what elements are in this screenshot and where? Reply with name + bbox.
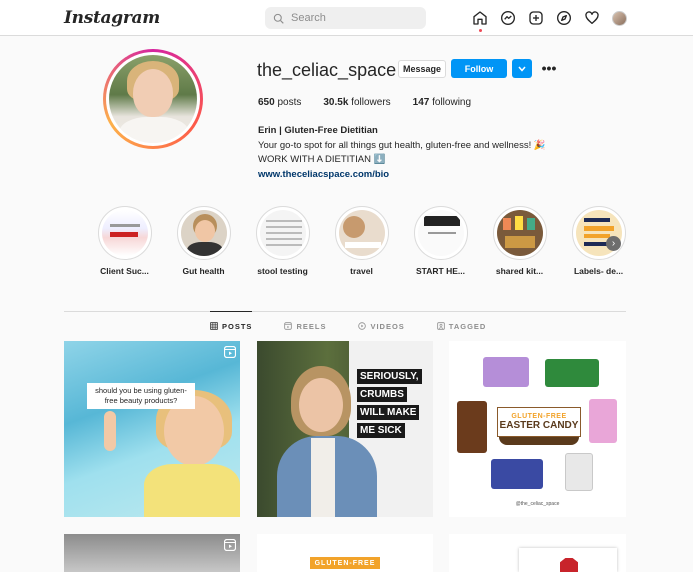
tab-tagged[interactable]: TAGGED: [437, 312, 487, 340]
profile-tabs: POSTS REELS VIDEOS TAGGED: [210, 311, 518, 340]
tab-videos[interactable]: VIDEOS: [358, 312, 404, 340]
highlights-next-arrow-icon[interactable]: ›: [606, 236, 621, 251]
post-thumbnail[interactable]: GLUTEN-FREE EASTER CANDY @the_celiac_spa…: [449, 341, 626, 517]
search-input[interactable]: [291, 12, 411, 24]
post-thumbnail[interactable]: [449, 534, 626, 572]
highlight-item[interactable]: START HE...: [401, 206, 480, 276]
following-stat[interactable]: 147 following: [413, 97, 471, 108]
search-icon: [273, 13, 284, 24]
reels-icon: [284, 322, 293, 330]
tab-posts[interactable]: POSTS: [210, 311, 253, 340]
home-icon[interactable]: [472, 10, 488, 32]
tab-reels[interactable]: REELS: [284, 312, 326, 340]
post-thumbnail[interactable]: should you be using gluten-free beauty p…: [64, 341, 240, 517]
search-box[interactable]: [265, 7, 426, 29]
profile-stats: 650 posts 30.5k followers 147 following: [258, 97, 493, 108]
more-options-icon[interactable]: •••: [541, 60, 557, 76]
message-button[interactable]: Message: [398, 60, 446, 78]
tagged-icon: [437, 322, 445, 330]
reel-icon: [224, 346, 236, 358]
grid-icon: [210, 322, 218, 330]
suggested-dropdown-button[interactable]: [512, 59, 532, 78]
profile-username: the_celiac_space: [257, 60, 397, 80]
post-thumbnail[interactable]: GLUTEN-FREE: [257, 534, 433, 572]
bio-line: Your go-to spot for all things gut healt…: [258, 139, 546, 151]
highlight-item[interactable]: stool testing: [243, 206, 322, 276]
bio-line: WORK WITH A DIETITIAN ⬇️: [258, 154, 386, 165]
posts-stat: 650 posts: [258, 97, 302, 108]
highlight-item[interactable]: travel: [322, 206, 401, 276]
bio-name: Erin | Gluten-Free Dietitian: [258, 125, 378, 136]
top-nav: Instagram: [0, 0, 693, 36]
post-sign-text: SERIOUSLY, CRUMBS WILL MAKE ME SICK: [357, 369, 422, 444]
post-handle: @the_celiac_space: [515, 501, 560, 507]
post-title-overlay: GLUTEN-FREE EASTER CANDY: [497, 407, 581, 437]
story-highlights: Client Suc... Gut health stool testing t…: [85, 206, 638, 276]
explore-icon[interactable]: [556, 10, 572, 26]
heart-icon[interactable]: [584, 10, 600, 26]
highlight-item[interactable]: Gut health: [164, 206, 243, 276]
messenger-icon[interactable]: [500, 10, 516, 26]
post-thumbnail[interactable]: SERIOUSLY, CRUMBS WILL MAKE ME SICK: [257, 341, 433, 517]
notification-dot: [479, 29, 482, 32]
highlight-item[interactable]: Client Suc...: [85, 206, 164, 276]
profile-avatar-icon[interactable]: [612, 10, 627, 26]
chevron-down-icon: [518, 66, 526, 72]
post-caption-overlay: should you be using gluten-free beauty p…: [87, 383, 195, 409]
highlight-item[interactable]: Labels- de...: [559, 206, 638, 276]
profile-bio: Erin | Gluten-Free Dietitian Your go-to …: [258, 124, 546, 182]
new-post-icon[interactable]: [528, 10, 544, 26]
profile-picture[interactable]: [103, 49, 203, 149]
followers-stat[interactable]: 30.5k followers: [323, 97, 390, 108]
post-thumbnail[interactable]: [64, 534, 240, 572]
reel-icon: [224, 539, 236, 551]
bio-link[interactable]: www.theceliacspace.com/bio: [258, 168, 546, 183]
highlight-item[interactable]: shared kit...: [480, 206, 559, 276]
post-title-overlay: GLUTEN-FREE: [310, 557, 380, 569]
video-icon: [358, 322, 367, 330]
follow-button[interactable]: Follow: [451, 59, 507, 78]
instagram-logo[interactable]: Instagram: [64, 8, 160, 28]
